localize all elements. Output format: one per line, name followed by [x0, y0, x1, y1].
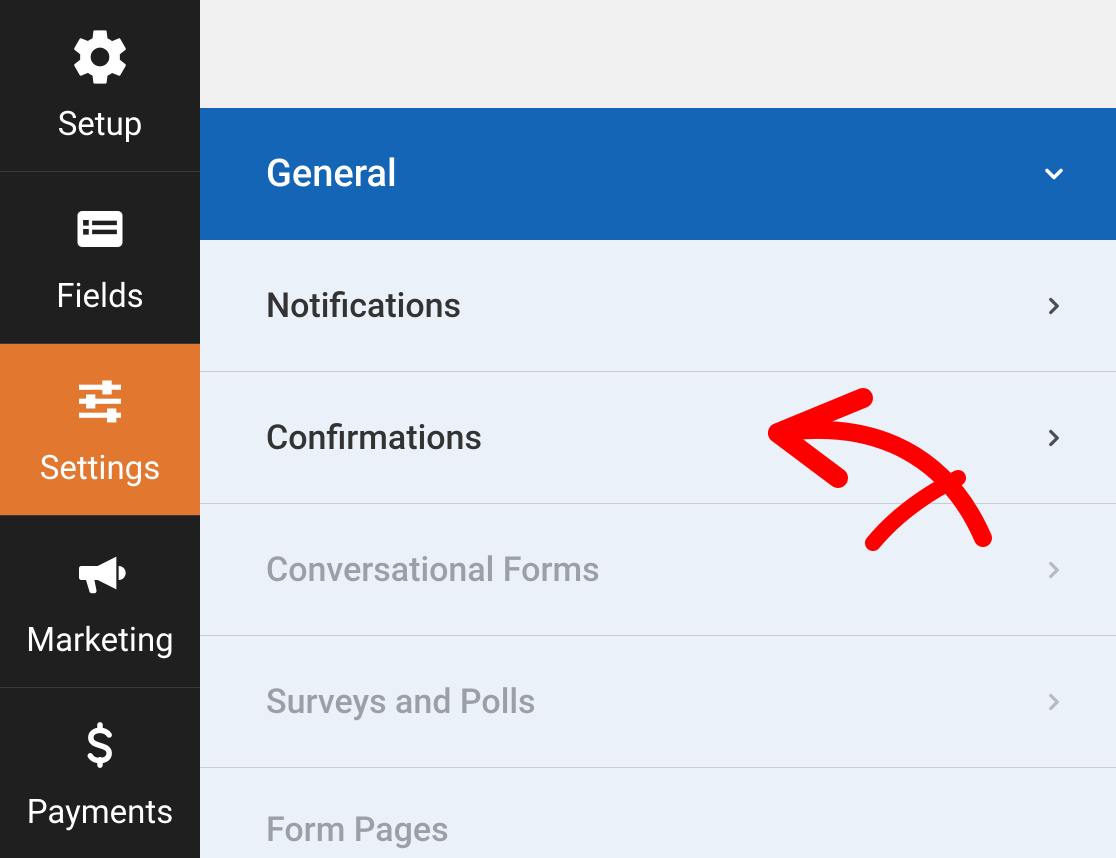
- sidebar-item-setup[interactable]: Setup: [0, 0, 200, 172]
- settings-row-label: Confirmations: [266, 418, 482, 458]
- sidebar-item-settings[interactable]: Settings: [0, 344, 200, 516]
- settings-row-conversational-forms[interactable]: Conversational Forms: [200, 504, 1116, 636]
- chevron-right-icon: [1040, 556, 1068, 584]
- list-icon: [63, 199, 137, 259]
- sliders-icon: [63, 371, 137, 431]
- settings-row-label: Conversational Forms: [266, 550, 600, 590]
- settings-row-form-pages[interactable]: Form Pages: [200, 768, 1116, 858]
- sidebar-item-label: Fields: [56, 277, 143, 316]
- bullhorn-icon: [63, 543, 137, 603]
- settings-row-label: Surveys and Polls: [266, 682, 536, 722]
- gear-icon: [63, 27, 137, 87]
- dollar-icon: [63, 715, 137, 775]
- chevron-right-icon: [1040, 424, 1068, 452]
- sidebar: Setup Fields Settings Marketing Payments: [0, 0, 200, 858]
- settings-row-surveys-and-polls[interactable]: Surveys and Polls: [200, 636, 1116, 768]
- chevron-right-icon: [1040, 688, 1068, 716]
- chevron-down-icon: [1040, 160, 1068, 188]
- sidebar-item-label: Marketing: [26, 621, 173, 660]
- settings-row-confirmations[interactable]: Confirmations: [200, 372, 1116, 504]
- header-gap: [200, 0, 1116, 108]
- settings-row-general[interactable]: General: [200, 108, 1116, 240]
- sidebar-item-fields[interactable]: Fields: [0, 172, 200, 344]
- main-content: General Notifications Confirmations Conv…: [200, 0, 1116, 858]
- settings-panel: General Notifications Confirmations Conv…: [200, 108, 1116, 858]
- sidebar-item-label: Payments: [27, 793, 173, 832]
- settings-row-label: General: [266, 152, 397, 196]
- app-root: Setup Fields Settings Marketing Payments: [0, 0, 1116, 858]
- settings-row-label: Notifications: [266, 286, 461, 326]
- settings-row-notifications[interactable]: Notifications: [200, 240, 1116, 372]
- sidebar-item-label: Settings: [40, 449, 161, 488]
- sidebar-item-marketing[interactable]: Marketing: [0, 516, 200, 688]
- chevron-right-icon: [1040, 292, 1068, 320]
- settings-row-label: Form Pages: [266, 810, 449, 850]
- sidebar-item-payments[interactable]: Payments: [0, 688, 200, 858]
- sidebar-item-label: Setup: [58, 105, 143, 144]
